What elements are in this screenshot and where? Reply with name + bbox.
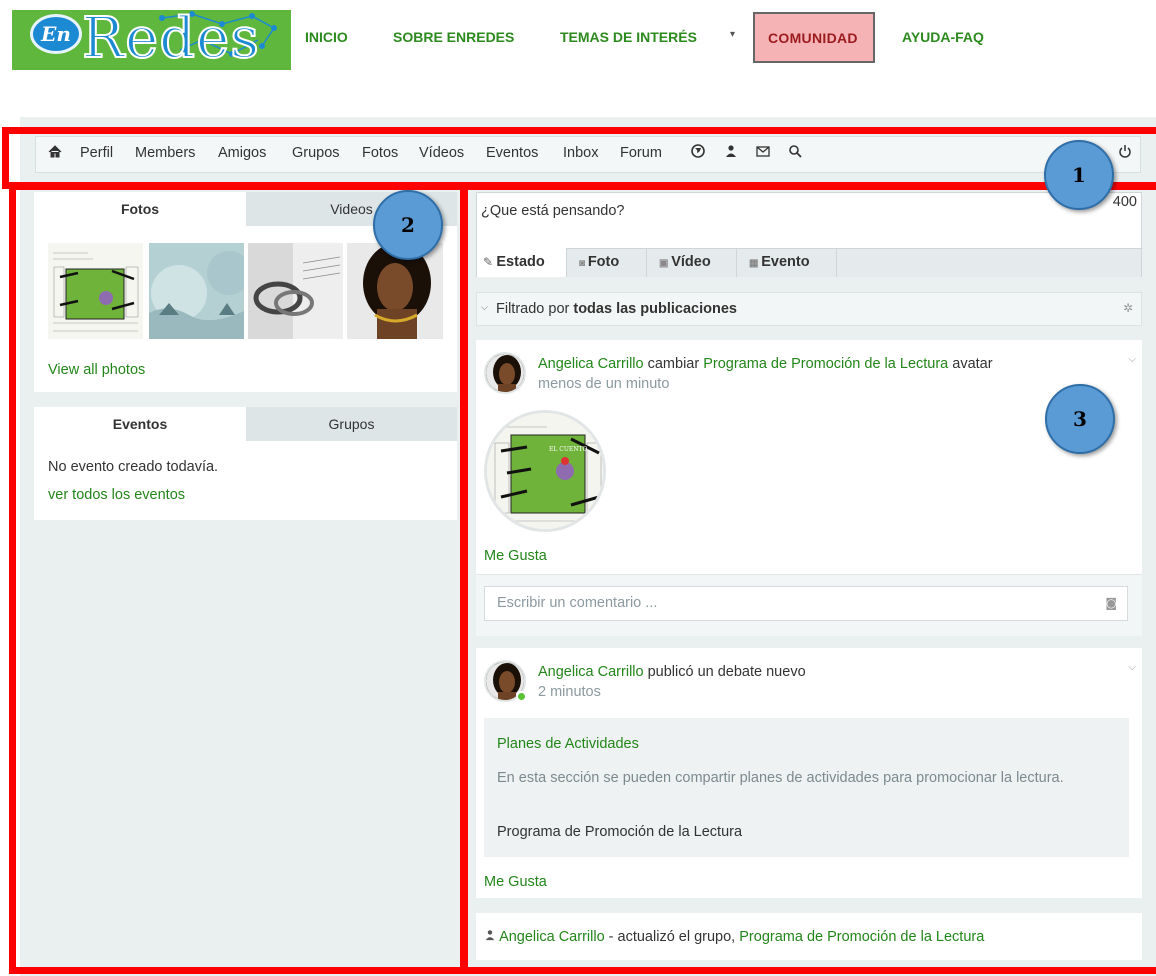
annotation-frame-left-column — [9, 183, 468, 974]
nav-ayuda-faq[interactable]: AYUDA-FAQ — [902, 29, 984, 45]
callout-badge-3: 3 — [1045, 384, 1115, 454]
nav-comunidad[interactable]: COMUNIDAD — [753, 12, 875, 63]
logo-word: Redes — [81, 10, 261, 70]
annotation-frame-right-column — [460, 183, 1156, 974]
callout-badge-1: 1 — [1044, 140, 1114, 210]
site-logo[interactable]: En Redes — [12, 10, 291, 70]
callout-badge-2: 2 — [373, 190, 443, 260]
nav-comunidad-label: COMUNIDAD — [768, 30, 858, 46]
logo-mark: En — [30, 14, 82, 54]
chevron-down-icon: ▾ — [730, 29, 736, 40]
nav-inicio[interactable]: INICIO — [305, 29, 348, 45]
nav-sobre-enredes[interactable]: SOBRE ENREDES — [393, 29, 514, 45]
annotation-frame-toolbar — [2, 127, 1156, 189]
nav-temas-de-interes[interactable]: TEMAS DE INTERÉS — [560, 29, 697, 45]
